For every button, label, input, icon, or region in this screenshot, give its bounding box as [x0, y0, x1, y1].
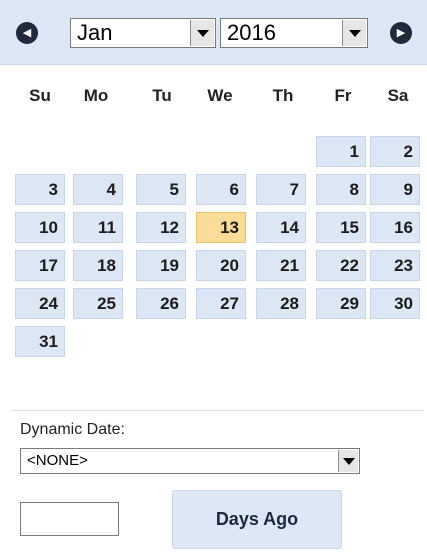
- calendar-day[interactable]: 6: [196, 174, 246, 205]
- weekday-label: Th: [272, 86, 294, 105]
- calendar-day[interactable]: 9: [370, 174, 420, 205]
- calendar-header: ◀ Jan 2016 ▶: [0, 0, 427, 65]
- calendar-day[interactable]: 1: [316, 136, 366, 167]
- chevron-down-icon[interactable]: [190, 20, 214, 46]
- section-divider: [12, 410, 424, 411]
- calendar-day[interactable]: 18: [73, 250, 123, 281]
- month-select[interactable]: Jan: [70, 18, 216, 48]
- calendar-day[interactable]: 4: [73, 174, 123, 205]
- next-month-button[interactable]: ▶: [390, 22, 412, 44]
- calendar-day-today[interactable]: 13: [196, 212, 246, 243]
- calendar-day[interactable]: 16: [370, 212, 420, 243]
- chevron-left-icon: ◀: [22, 27, 32, 39]
- chevron-down-icon[interactable]: [342, 20, 366, 46]
- chevron-right-icon: ▶: [396, 27, 406, 39]
- calendar-day[interactable]: 24: [15, 288, 65, 319]
- dynamic-date-label: Dynamic Date:: [20, 421, 125, 438]
- calendar-day[interactable]: 21: [256, 250, 306, 281]
- weekday-label: Mo: [83, 86, 109, 105]
- calendar-day[interactable]: 5: [136, 174, 186, 205]
- year-value: 2016: [227, 20, 276, 45]
- weekday-label: Sa: [387, 86, 409, 105]
- calendar-day[interactable]: 14: [256, 212, 306, 243]
- weekday-label: We: [207, 86, 233, 105]
- calendar-day[interactable]: 7: [256, 174, 306, 205]
- weekday-label: Tu: [152, 86, 172, 105]
- calendar-day[interactable]: 31: [15, 326, 65, 357]
- calendar-day[interactable]: 15: [316, 212, 366, 243]
- calendar-day[interactable]: 8: [316, 174, 366, 205]
- weekday-label: Fr: [334, 86, 352, 105]
- calendar-day[interactable]: 28: [256, 288, 306, 319]
- days-ago-button[interactable]: Days Ago: [172, 490, 342, 549]
- calendar-day[interactable]: 11: [73, 212, 123, 243]
- dynamic-date-select[interactable]: <NONE>: [20, 448, 360, 474]
- days-number-input[interactable]: [20, 502, 119, 536]
- weekday-label: Su: [29, 86, 51, 105]
- calendar-day[interactable]: 27: [196, 288, 246, 319]
- calendar-day[interactable]: 3: [15, 174, 65, 205]
- dynamic-date-value: <NONE>: [27, 452, 88, 469]
- calendar-day[interactable]: 12: [136, 212, 186, 243]
- chevron-down-icon[interactable]: [338, 450, 358, 472]
- calendar-day[interactable]: 10: [15, 212, 65, 243]
- calendar-day[interactable]: 19: [136, 250, 186, 281]
- calendar-day[interactable]: 20: [196, 250, 246, 281]
- year-select[interactable]: 2016: [220, 18, 368, 48]
- month-value: Jan: [77, 20, 113, 45]
- calendar-day[interactable]: 29: [316, 288, 366, 319]
- calendar-day[interactable]: 2: [370, 136, 420, 167]
- calendar-day[interactable]: 23: [370, 250, 420, 281]
- calendar-day[interactable]: 26: [136, 288, 186, 319]
- calendar-day[interactable]: 30: [370, 288, 420, 319]
- prev-month-button[interactable]: ◀: [16, 22, 38, 44]
- calendar-day[interactable]: 17: [15, 250, 65, 281]
- calendar-day[interactable]: 25: [73, 288, 123, 319]
- calendar-day[interactable]: 22: [316, 250, 366, 281]
